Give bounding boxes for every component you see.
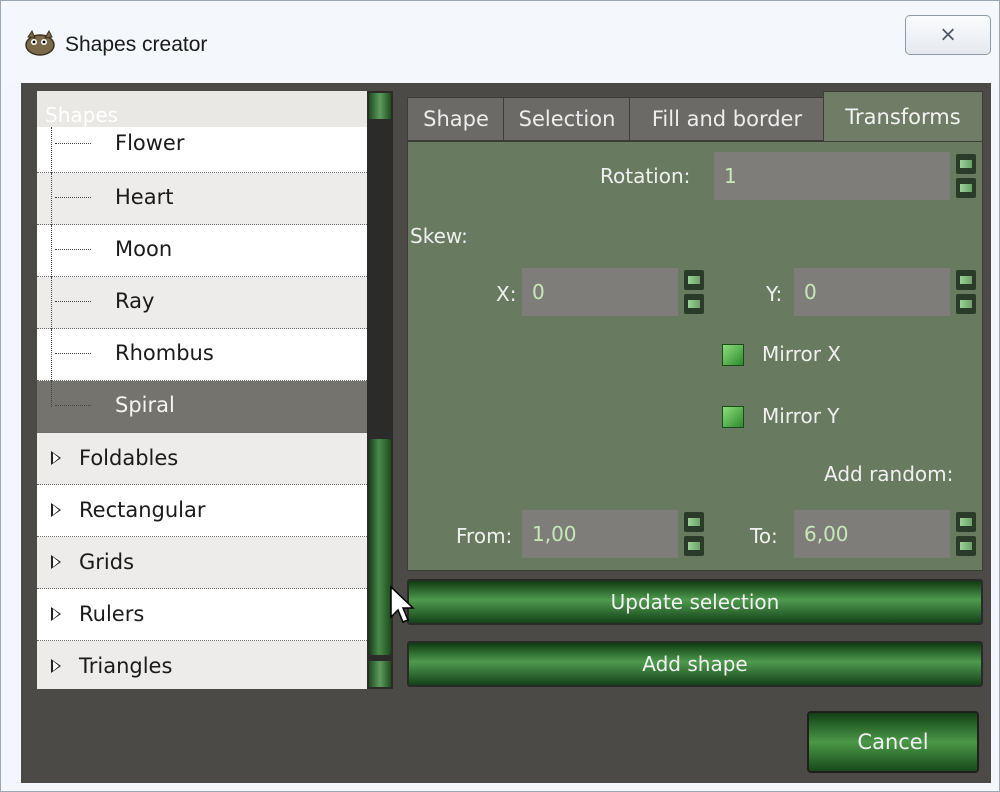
expand-arrow-icon[interactable] — [51, 555, 61, 569]
skew-x-input[interactable]: 0 — [522, 268, 678, 316]
tree-category-label: Foldables — [79, 446, 179, 470]
random-to-input[interactable]: 6,00 — [794, 510, 950, 558]
tree-item-label: Ray — [115, 289, 155, 313]
tab-label: Fill and border — [651, 107, 803, 131]
cancel-button[interactable]: Cancel — [807, 711, 979, 773]
mirror-y-label: Mirror Y — [762, 404, 840, 428]
tree-item-ray[interactable]: Ray — [37, 277, 367, 329]
tab-shape[interactable]: Shape — [407, 97, 505, 141]
rotation-label: Rotation: — [600, 164, 691, 188]
expand-arrow-icon[interactable] — [51, 659, 61, 673]
dialog-body: Shapes Flower Heart Moon Ray Rhombus Spi… — [21, 83, 991, 783]
tree-item-moon[interactable]: Moon — [37, 225, 367, 277]
transforms-panel: Rotation: 1 Skew: X: 0 Y: 0 Mirror X Mir… — [407, 141, 983, 571]
skew-y-spin-buttons[interactable] — [954, 268, 978, 316]
tree-item-label: Rhombus — [115, 341, 214, 365]
mirror-x-checkbox[interactable] — [722, 344, 744, 366]
tab-selection[interactable]: Selection — [503, 97, 631, 141]
tree-item-heart[interactable]: Heart — [37, 173, 367, 225]
tree-category-label: Rulers — [79, 602, 145, 626]
spin-up-icon[interactable] — [684, 512, 704, 532]
expand-arrow-icon[interactable] — [51, 607, 61, 621]
from-label: From: — [456, 524, 513, 548]
cancel-label: Cancel — [857, 730, 929, 754]
spin-up-icon[interactable] — [684, 270, 704, 290]
spin-up-icon[interactable] — [956, 270, 976, 290]
close-button[interactable]: ⨯ — [905, 15, 991, 55]
tree-item-label: Heart — [115, 185, 174, 209]
shapes-creator-dialog: Shapes creator ⨯ Shapes Flower Heart Moo… — [0, 0, 1000, 792]
mirror-y-checkbox[interactable] — [722, 406, 744, 428]
tree-category-rulers[interactable]: Rulers — [37, 589, 367, 641]
random-to-value: 6,00 — [804, 522, 849, 546]
spin-down-icon[interactable] — [956, 178, 976, 198]
skew-x-spin-buttons[interactable] — [682, 268, 706, 316]
tab-label: Selection — [518, 107, 616, 131]
mirror-x-label: Mirror X — [762, 342, 841, 366]
tree-item-label: Flower — [115, 131, 185, 155]
gimp-app-icon — [25, 29, 55, 56]
close-icon: ⨯ — [939, 22, 957, 46]
spin-down-icon[interactable] — [956, 294, 976, 314]
tab-label: Shape — [423, 107, 489, 131]
tree-item-flower[interactable]: Flower — [37, 127, 367, 173]
tab-label: Transforms — [845, 105, 961, 129]
tree-category-triangles[interactable]: Triangles — [37, 641, 367, 689]
tab-bar: Shape Selection Fill and border Transfor… — [407, 83, 983, 143]
shapes-tree[interactable]: Shapes Flower Heart Moon Ray Rhombus Spi… — [37, 91, 367, 689]
expand-arrow-icon[interactable] — [51, 451, 61, 465]
tree-category-grids[interactable]: Grids — [37, 537, 367, 589]
tree-item-rhombus[interactable]: Rhombus — [37, 329, 367, 381]
add-shape-button[interactable]: Add shape — [407, 641, 983, 687]
skew-x-label: X: — [496, 282, 517, 306]
scroll-up-button[interactable] — [369, 93, 391, 119]
rotation-input[interactable]: 1 — [714, 152, 950, 200]
tree-item-label: Spiral — [115, 393, 175, 417]
tree-category-rectangular[interactable]: Rectangular — [37, 485, 367, 537]
tree-item-spiral[interactable]: Spiral — [37, 381, 367, 433]
scroll-down-button[interactable] — [369, 661, 391, 687]
mouse-pointer-icon — [390, 585, 415, 623]
skew-x-value: 0 — [532, 280, 545, 304]
random-from-value: 1,00 — [532, 522, 577, 546]
add-random-label: Add random: — [824, 462, 954, 486]
spin-up-icon[interactable] — [956, 512, 976, 532]
update-selection-label: Update selection — [610, 590, 780, 614]
rotation-spin-buttons[interactable] — [954, 152, 978, 200]
random-from-spin-buttons[interactable] — [682, 510, 706, 558]
window-title: Shapes creator — [65, 33, 208, 56]
spin-down-icon[interactable] — [684, 536, 704, 556]
add-shape-label: Add shape — [642, 652, 748, 676]
skew-label: Skew: — [410, 224, 468, 248]
tab-fill-and-border[interactable]: Fill and border — [629, 97, 825, 141]
tab-transforms[interactable]: Transforms — [823, 91, 983, 143]
spin-down-icon[interactable] — [684, 294, 704, 314]
tree-category-label: Rectangular — [79, 498, 206, 522]
random-to-spin-buttons[interactable] — [954, 510, 978, 558]
tree-item-label: Moon — [115, 237, 173, 261]
spin-up-icon[interactable] — [956, 154, 976, 174]
spin-down-icon[interactable] — [956, 536, 976, 556]
to-label: To: — [750, 524, 778, 548]
expand-arrow-icon[interactable] — [51, 503, 61, 517]
tree-category-foldables[interactable]: Foldables — [37, 433, 367, 485]
skew-y-label: Y: — [766, 282, 783, 306]
tree-header-label: Shapes — [45, 103, 119, 127]
tree-category-label: Grids — [79, 550, 135, 574]
update-selection-button[interactable]: Update selection — [407, 579, 983, 625]
tree-category-label: Triangles — [79, 654, 173, 678]
skew-y-input[interactable]: 0 — [794, 268, 950, 316]
skew-y-value: 0 — [804, 280, 817, 304]
rotation-value: 1 — [724, 164, 737, 188]
random-from-input[interactable]: 1,00 — [522, 510, 678, 558]
scrollbar-thumb[interactable] — [369, 439, 391, 655]
title-bar: Shapes creator ⨯ — [1, 1, 999, 83]
